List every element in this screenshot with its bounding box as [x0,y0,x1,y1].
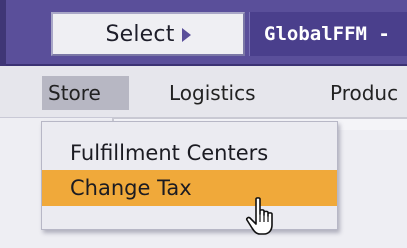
menu-item-store[interactable]: Store [42,76,129,110]
caret-right-icon [181,28,191,42]
organization-name: GlobalFFM - [264,23,390,45]
menu-item-logistics[interactable]: Logistics [163,76,262,110]
organization-tab[interactable]: GlobalFFM - [249,12,407,56]
select-button-label: Select [105,21,175,47]
store-dropdown-menu: Fulfillment Centers Change Tax [41,121,338,230]
top-banner: Select GlobalFFM - [0,0,407,66]
hand-pointer-cursor-icon [245,197,273,235]
select-button[interactable]: Select [51,12,245,56]
menu-option-fulfillment-centers[interactable]: Fulfillment Centers [42,135,337,171]
banner-edge [0,0,6,66]
menu-item-products[interactable]: Produc [324,76,404,110]
menu-bar: Store Logistics Produc [0,66,407,118]
app-screen: Select GlobalFFM - Store Logistics Produ… [0,0,407,248]
menu-option-change-tax[interactable]: Change Tax [42,170,337,206]
